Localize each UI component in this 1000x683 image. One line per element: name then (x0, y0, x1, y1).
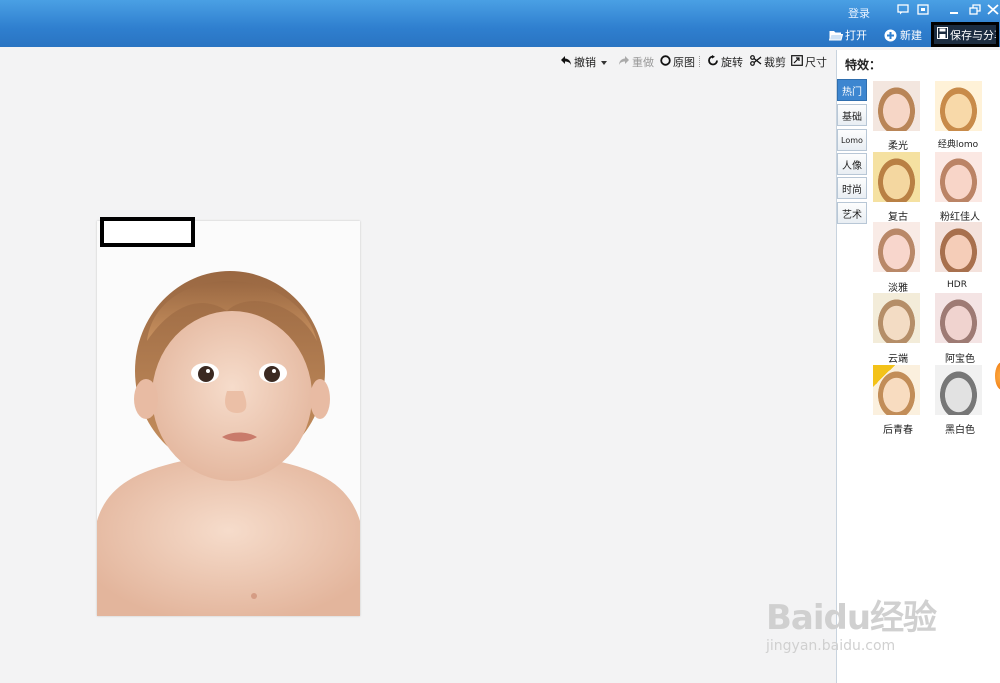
effect-label: HDR (947, 280, 967, 290)
close-icon[interactable] (987, 4, 999, 15)
effect-thumb-elegant[interactable] (873, 222, 920, 272)
save-share-button[interactable]: 保存与分享 (931, 22, 999, 47)
effect-label: 云端 (888, 354, 908, 365)
tab-hot[interactable]: 热门 (837, 79, 867, 101)
redo-icon (618, 55, 630, 69)
effect-thumb-black-white[interactable] (935, 365, 982, 415)
original-label: 原图 (673, 56, 695, 69)
toolbar-divider (699, 56, 701, 67)
undo-icon (560, 55, 572, 69)
new-label: 新建 (900, 29, 922, 42)
rotate-button[interactable]: 旋转 (707, 54, 743, 70)
size-label: 尺寸 (805, 56, 827, 69)
effect-thumb-pink-lady[interactable] (935, 152, 982, 202)
effect-thumb-retro[interactable] (873, 152, 920, 202)
effect-label: 复古 (888, 212, 908, 223)
photo-canvas[interactable] (97, 221, 360, 616)
effect-label: 粉红佳人 (940, 212, 980, 223)
skin-icon[interactable] (917, 4, 929, 15)
effect-thumb-cloud[interactable] (873, 293, 920, 343)
scissors-icon (750, 55, 762, 69)
undo-history-dropdown[interactable] (600, 54, 608, 70)
tab-portrait[interactable]: 人像 (837, 153, 867, 175)
original-button[interactable]: 原图 (660, 54, 695, 70)
text-selection-box[interactable] (100, 217, 195, 247)
redo-label: 重做 (632, 56, 654, 69)
plus-circle-icon (884, 29, 897, 42)
open-button[interactable]: 打开 (828, 27, 867, 43)
watermark-url: jingyan.baidu.com (766, 638, 896, 654)
feedback-icon[interactable] (897, 4, 909, 15)
effect-thumb-classic-lomo[interactable] (935, 81, 982, 131)
circle-icon (660, 55, 671, 69)
effects-title: 特效： (845, 58, 882, 72)
effect-label: 后青春 (883, 425, 913, 436)
baidu-watermark: Baidu经验 jingyan.baidu.com (766, 590, 937, 654)
minimize-icon[interactable] (948, 4, 960, 15)
effect-label: 黑白色 (945, 425, 975, 436)
undo-label: 撤销 (574, 56, 596, 69)
open-label: 打开 (845, 29, 867, 42)
folder-icon (828, 29, 844, 41)
resize-icon (791, 55, 803, 69)
chevron-down-icon (600, 56, 608, 69)
new-button[interactable]: 新建 (884, 27, 922, 43)
tab-basic[interactable]: 基础 (837, 104, 867, 126)
effect-thumb-hdr[interactable] (935, 222, 982, 272)
rotate-label: 旋转 (721, 56, 743, 69)
rotate-icon (707, 55, 719, 69)
effect-thumb-post-youth[interactable] (873, 365, 920, 415)
effect-thumb-soft-light[interactable] (873, 81, 920, 131)
tab-fashion[interactable]: 时尚 (837, 177, 867, 199)
watermark-cn: 经验 (870, 598, 937, 638)
login-link[interactable]: 登录 (848, 5, 870, 21)
restore-icon[interactable] (969, 4, 981, 15)
crop-label: 裁剪 (764, 56, 786, 69)
effect-label: 经典lomo (937, 140, 979, 150)
effect-label: 阿宝色 (945, 354, 975, 365)
crop-button[interactable]: 裁剪 (750, 54, 786, 70)
save-icon (937, 27, 948, 42)
effect-thumb-abao[interactable] (935, 293, 982, 343)
save-share-label: 保存与分享 (950, 28, 996, 42)
size-button[interactable]: 尺寸 (791, 54, 827, 70)
watermark-brand: Baidu (766, 598, 871, 638)
redo-button[interactable]: 重做 (618, 54, 654, 70)
undo-button[interactable]: 撤销 (560, 54, 596, 70)
new-ribbon (873, 365, 895, 387)
baby-photo (97, 221, 360, 616)
